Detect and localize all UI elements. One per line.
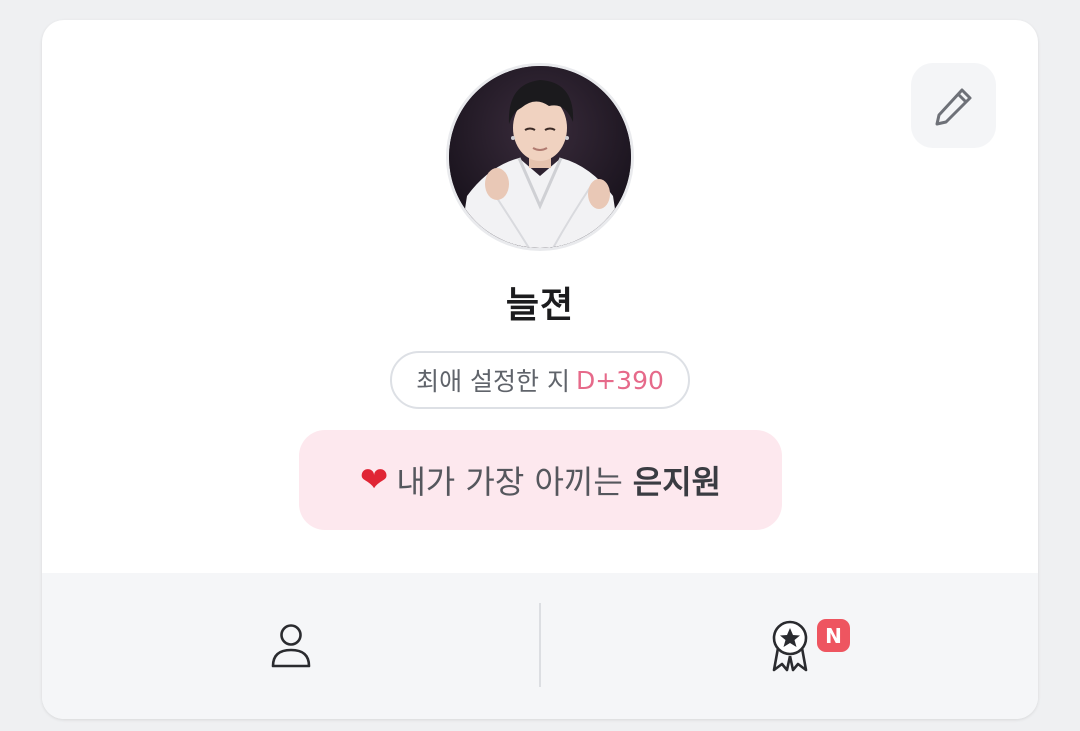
profile-card: 늘젼 최애 설정한 지 D+390 ❤ 내가 가장 아끼는 은지원 N: [42, 20, 1038, 719]
favorite-banner: ❤ 내가 가장 아끼는 은지원: [299, 430, 782, 530]
nickname: 늘젼: [505, 285, 575, 326]
award-badge-icon: [772, 620, 807, 672]
edit-profile-button[interactable]: [911, 63, 996, 148]
person-icon: [271, 624, 310, 668]
profile-photo: [449, 66, 631, 248]
profile-tab-button[interactable]: [42, 573, 539, 719]
bottom-action-bar: N: [42, 573, 1038, 719]
heart-icon: ❤: [359, 460, 389, 500]
dday-pill: 최애 설정한 지 D+390: [390, 351, 690, 409]
new-badge: N: [817, 619, 850, 652]
avatar[interactable]: [446, 63, 634, 251]
badge-tab-button[interactable]: [541, 573, 1038, 719]
favorite-name: 은지원: [632, 463, 722, 501]
dday-label: 최애 설정한 지: [416, 367, 570, 396]
dday-value: D+390: [575, 365, 664, 395]
pencil-icon: [935, 88, 971, 125]
favorite-prefix: 내가 가장 아끼는: [396, 463, 623, 501]
